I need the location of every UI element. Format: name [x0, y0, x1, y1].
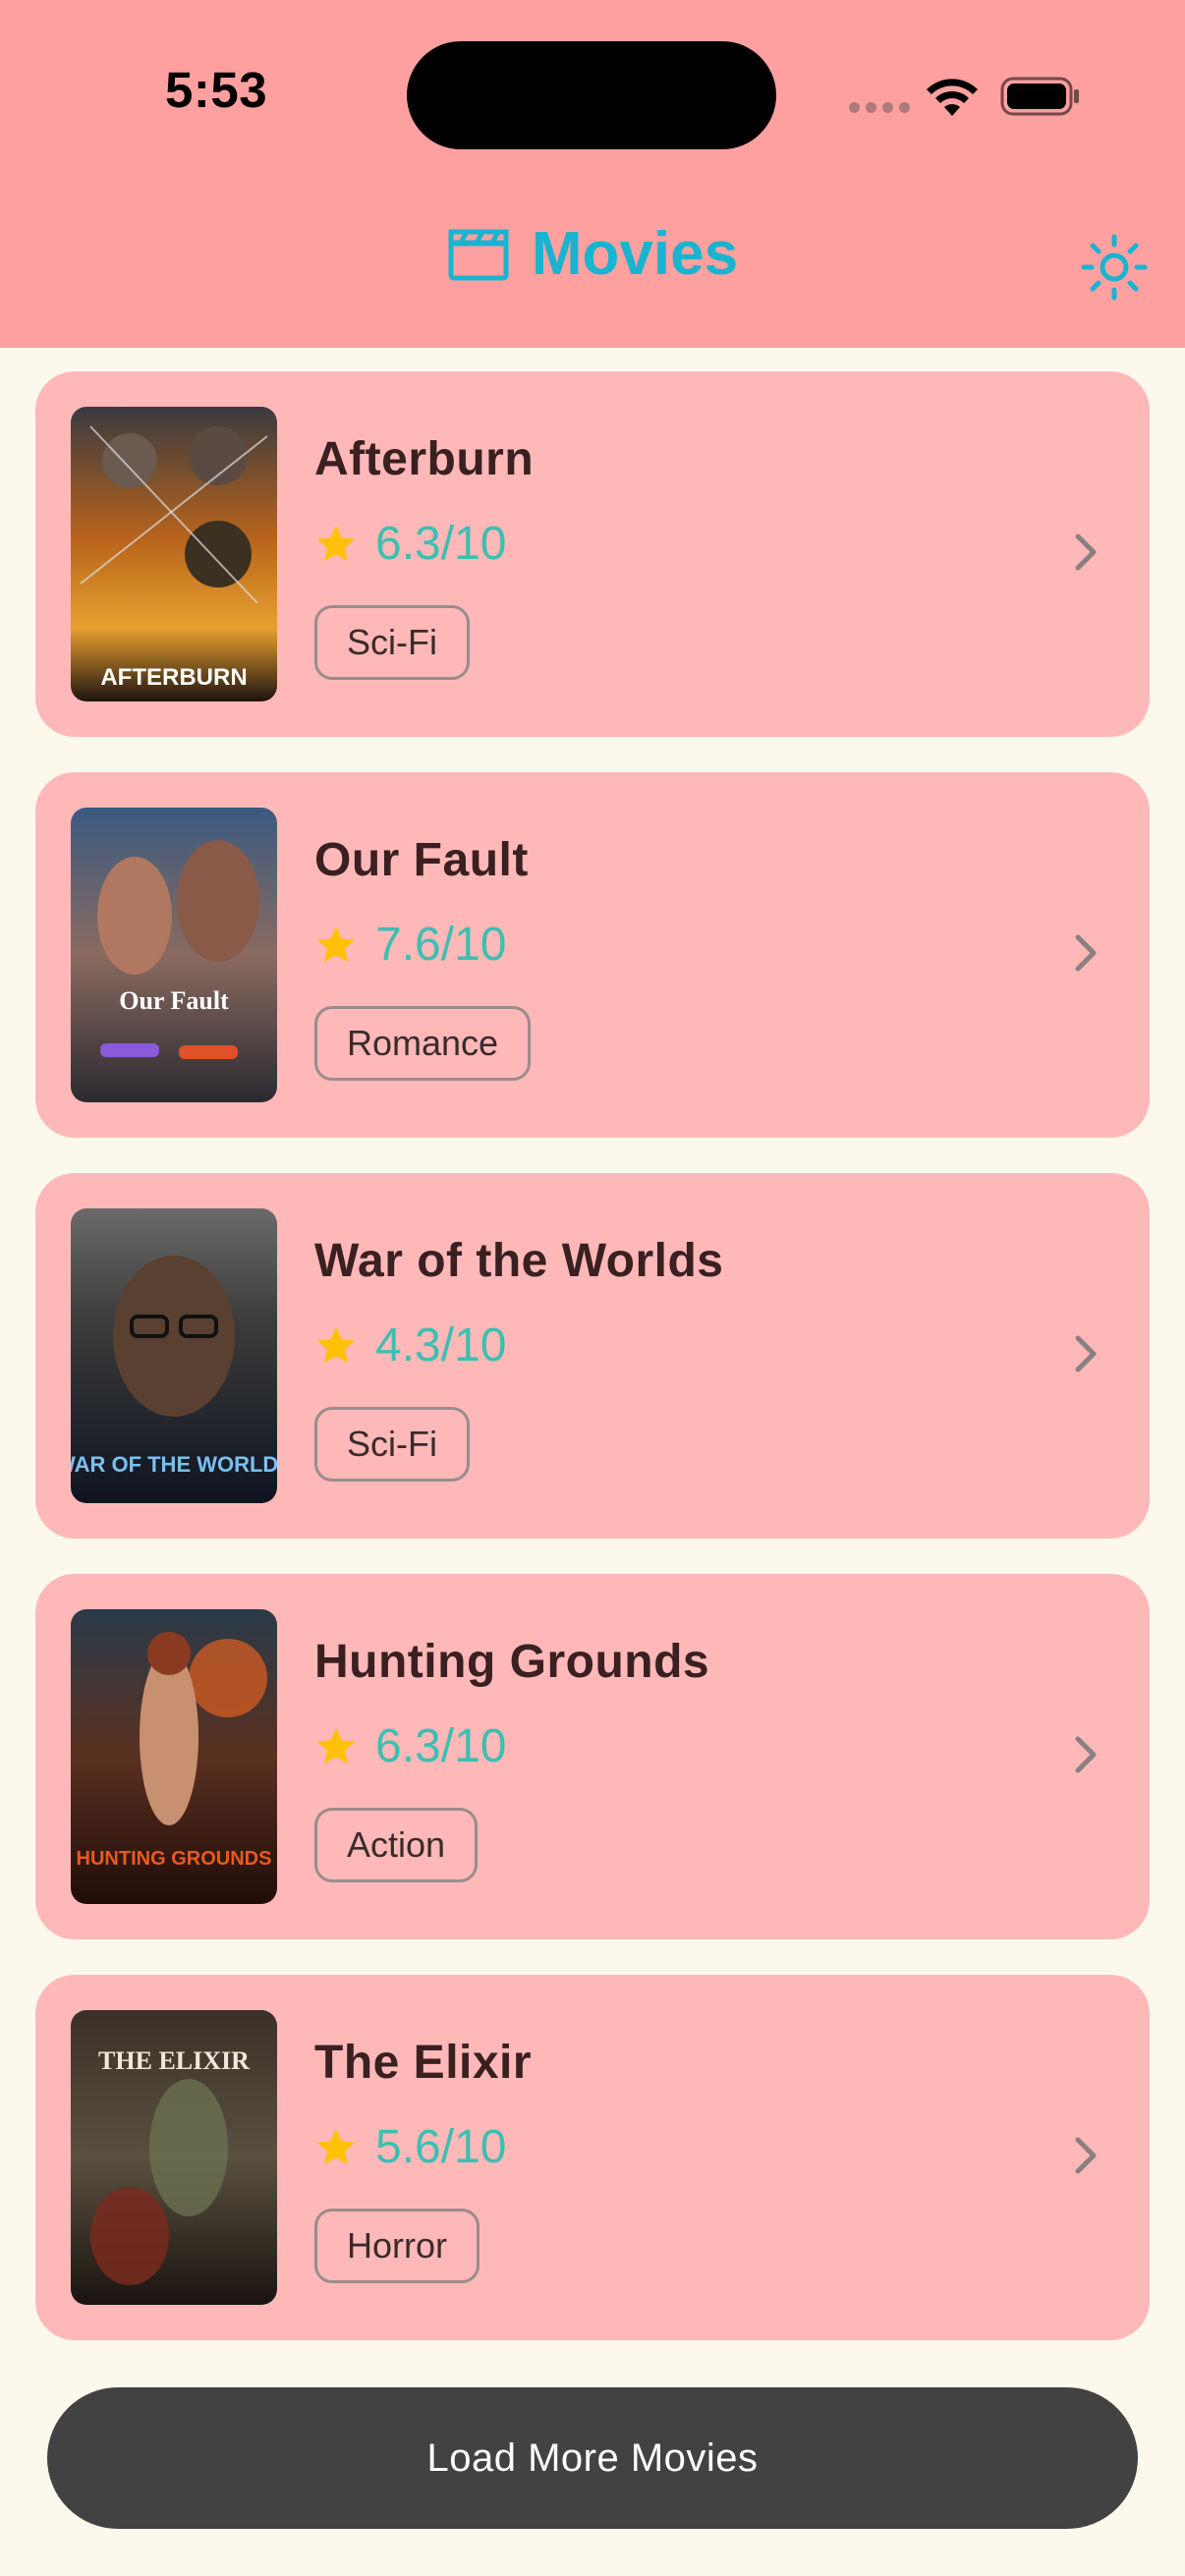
- chevron-right-icon: [1075, 1736, 1097, 1773]
- poster-title: AFTERBURN: [100, 664, 247, 691]
- star-icon: [316, 1326, 356, 1363]
- dynamic-island: [407, 41, 776, 149]
- poster-title: Our Fault: [119, 986, 229, 1015]
- rating-row: 6.3/10: [314, 517, 506, 571]
- movie-title: The Elixir: [314, 2037, 533, 2089]
- movie-rating: 7.6/10: [375, 919, 507, 971]
- genre-chip: Romance: [314, 1006, 532, 1081]
- movie-card[interactable]: AFTERBURN Afterburn 6.3/10 Sci-Fi: [35, 371, 1150, 737]
- movie-title: Our Fault: [314, 834, 529, 886]
- movie-poster: THE ELIXIR: [71, 2010, 277, 2305]
- chevron-right-icon: [1075, 2137, 1097, 2174]
- sun-icon[interactable]: [1079, 232, 1150, 303]
- battery-icon: [1000, 77, 1079, 116]
- load-more-button[interactable]: Load More Movies: [47, 2387, 1138, 2529]
- rating-row: 6.3/10: [314, 1719, 506, 1773]
- movie-rating: 6.3/10: [375, 518, 507, 570]
- poster-title: HUNTING GROUNDS: [77, 1848, 272, 1870]
- page-title: Movies: [531, 220, 739, 288]
- movie-title: Afterburn: [314, 433, 535, 485]
- genre-chip: Sci-Fi: [314, 1407, 470, 1482]
- chevron-right-icon: [1075, 934, 1097, 972]
- clapperboard-icon: [448, 229, 509, 281]
- movie-card[interactable]: WAR OF THE WORLDS War of the Worlds 4.3/…: [35, 1173, 1150, 1539]
- star-icon: [316, 925, 356, 962]
- star-icon: [316, 1727, 356, 1764]
- signal-icon: [849, 102, 910, 113]
- movie-card[interactable]: THE ELIXIR The Elixir 5.6/10 Horror: [35, 1975, 1150, 2340]
- rating-row: 5.6/10: [314, 2120, 506, 2174]
- movie-rating: 4.3/10: [375, 1319, 507, 1372]
- genre-chip: Action: [314, 1808, 479, 1882]
- movie-title: War of the Worlds: [314, 1235, 724, 1287]
- genre-chip: Sci-Fi: [314, 605, 470, 680]
- poster-title: WAR OF THE WORLDS: [71, 1452, 277, 1477]
- chevron-right-icon: [1075, 1335, 1097, 1372]
- movie-list: AFTERBURN Afterburn 6.3/10 Sci-Fi Our Fa…: [35, 371, 1150, 2376]
- chevron-right-icon: [1075, 533, 1097, 571]
- star-icon: [316, 2128, 356, 2164]
- movie-poster: Our Fault: [71, 808, 277, 1102]
- star-icon: [316, 525, 356, 561]
- movie-card[interactable]: HUNTING GROUNDS Hunting Grounds 6.3/10 A…: [35, 1574, 1150, 1939]
- app-header: 5:53 Movies: [0, 0, 1185, 348]
- movie-title: Hunting Grounds: [314, 1636, 710, 1688]
- movie-poster: AFTERBURN: [71, 407, 277, 701]
- movie-rating: 6.3/10: [375, 1720, 507, 1772]
- title-wrap: Movies: [0, 224, 1185, 285]
- genre-chip: Horror: [314, 2209, 480, 2283]
- movie-rating: 5.6/10: [375, 2121, 507, 2173]
- rating-row: 4.3/10: [314, 1318, 506, 1372]
- poster-title: THE ELIXIR: [98, 2046, 250, 2075]
- movie-poster: HUNTING GROUNDS: [71, 1609, 277, 1904]
- movie-poster: WAR OF THE WORLDS: [71, 1208, 277, 1503]
- rating-row: 7.6/10: [314, 918, 506, 972]
- status-time: 5:53: [165, 62, 268, 118]
- movie-card[interactable]: Our Fault Our Fault 7.6/10 Romance: [35, 772, 1150, 1138]
- wifi-icon: [927, 79, 978, 116]
